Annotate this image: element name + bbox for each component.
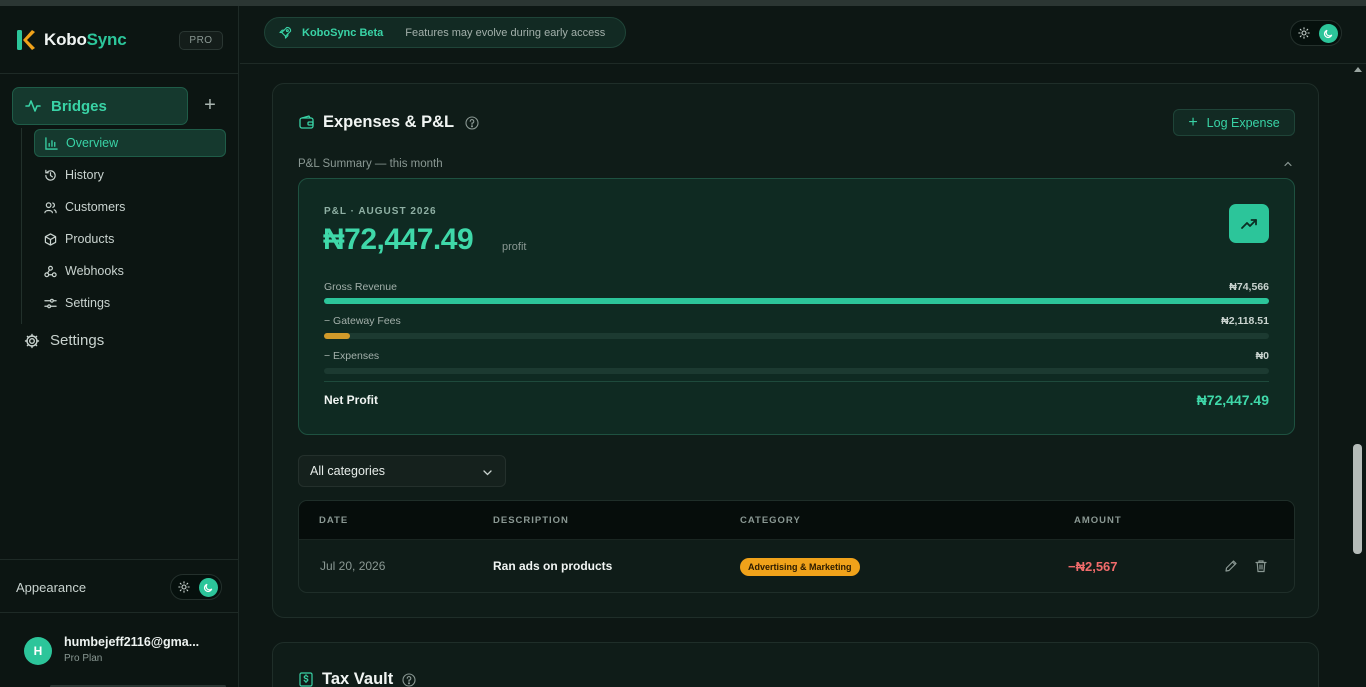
gateway-fees-label: − Gateway Fees: [324, 315, 401, 327]
expense-date: Jul 20, 2026: [320, 559, 386, 573]
sidebar-item-webhooks[interactable]: Webhooks: [34, 257, 226, 285]
sun-icon: [178, 581, 190, 593]
wallet-icon: [299, 115, 314, 129]
receipt-dollar-icon: [299, 672, 313, 687]
history-icon: [45, 169, 56, 181]
activity-icon: [25, 100, 41, 112]
add-bridge-button[interactable]: +: [200, 95, 220, 116]
net-profit-value: ₦72,447.49: [1196, 392, 1269, 408]
column-header-description[interactable]: DESCRIPTION: [493, 515, 569, 526]
gross-revenue-label: Gross Revenue: [324, 281, 397, 293]
scroll-up-arrow-icon[interactable]: [1354, 67, 1362, 72]
bar-chart-icon: [45, 136, 58, 150]
kobosync-logo-icon: [17, 30, 35, 50]
sidebar-divider: [0, 559, 239, 560]
category-badge: Advertising & Marketing: [740, 558, 860, 576]
trend-badge: [1229, 204, 1269, 243]
section-title: Tax Vault: [322, 670, 394, 687]
column-header-category[interactable]: CATEGORY: [740, 515, 801, 526]
box-icon: [44, 232, 57, 246]
gateway-fees-value: ₦2,118.51: [1221, 315, 1269, 327]
chevron-down-icon: [483, 470, 492, 476]
table-header: DATE DESCRIPTION CATEGORY AMOUNT: [299, 501, 1294, 540]
pl-amount: ₦72,447.49: [323, 223, 474, 256]
gross-revenue-bar: [324, 298, 1269, 304]
expenses-value: ₦0: [1255, 350, 1269, 362]
toggle-knob: [1319, 24, 1338, 43]
pro-badge: PRO: [179, 31, 223, 50]
sidebar-item-label: Bridges: [51, 97, 107, 115]
tree-line: [21, 128, 22, 324]
expenses-table: DATE DESCRIPTION CATEGORY AMOUNT Jul 20,…: [298, 500, 1295, 593]
plus-icon: +: [1188, 113, 1198, 131]
gateway-fees-bar: [324, 333, 1269, 339]
expense-description: Ran ads on products: [493, 559, 613, 573]
sidebar-divider: [0, 612, 239, 613]
pencil-icon[interactable]: [1224, 559, 1238, 573]
moon-icon: [1323, 29, 1333, 39]
gross-revenue-value: ₦74,566: [1229, 281, 1269, 293]
log-expense-button[interactable]: + Log Expense: [1173, 109, 1295, 136]
sun-icon: [1298, 27, 1310, 39]
category-filter-select[interactable]: All categories: [298, 455, 506, 487]
gross-revenue-bar-fill: [324, 298, 1269, 304]
pl-divider: [324, 381, 1269, 382]
sidebar-item-history[interactable]: History: [34, 161, 226, 189]
beta-banner: KoboSync Beta Features may evolve during…: [264, 17, 626, 48]
sidebar-item-products[interactable]: Products: [34, 225, 226, 253]
expenses-card: Expenses & P&L + Log Expense P&L Summary…: [272, 83, 1319, 618]
top-bar: KoboSync Beta Features may evolve during…: [240, 6, 1366, 64]
users-icon: [44, 201, 57, 213]
trending-up-icon: [1241, 218, 1257, 229]
pl-summary-label: P&L Summary — this month: [298, 158, 443, 170]
gear-icon: [24, 333, 40, 348]
section-title: Expenses & P&L: [323, 113, 455, 131]
moon-icon: [203, 583, 213, 593]
tax-vault-title: Tax Vault: [299, 670, 416, 687]
scroll-thumb[interactable]: [1353, 444, 1362, 554]
beta-title: KoboSync Beta: [302, 26, 384, 39]
sidebar-item-bridges[interactable]: Bridges: [12, 87, 188, 125]
pl-amount-suffix: profit: [502, 241, 527, 253]
expense-amount: −₦2,567: [1068, 559, 1118, 574]
chevron-up-icon[interactable]: [1283, 159, 1293, 169]
main-scrollbar[interactable]: [1350, 64, 1366, 687]
help-icon[interactable]: [465, 115, 479, 130]
user-email[interactable]: humbejeff2116@gma...: [64, 635, 199, 649]
trash-icon[interactable]: [1254, 559, 1268, 573]
column-header-date[interactable]: DATE: [319, 515, 348, 526]
expenses-title: Expenses & P&L: [299, 113, 479, 132]
user-plan: Pro Plan: [64, 653, 103, 664]
sidebar: KoboSync PRO Bridges + Overview History …: [0, 6, 239, 687]
sliders-icon: [44, 298, 57, 308]
sidebar-divider: [0, 73, 239, 74]
pl-summary-box: P&L · AUGUST 2026 ₦72,447.49 profit Gros…: [298, 178, 1295, 435]
tax-vault-card: Tax Vault: [272, 642, 1319, 687]
pl-period: P&L · AUGUST 2026: [324, 206, 437, 217]
expenses-label: − Expenses: [324, 350, 380, 362]
toggle-knob: [199, 578, 218, 597]
expenses-bar: [324, 368, 1269, 374]
sidebar-item-overview[interactable]: Overview: [34, 129, 226, 157]
appearance-label: Appearance: [16, 580, 87, 595]
sidebar-item-settings[interactable]: Settings: [24, 332, 104, 349]
sidebar-item-settings-sub[interactable]: Settings: [34, 289, 226, 317]
brand[interactable]: KoboSync: [16, 28, 127, 52]
help-icon[interactable]: [402, 672, 416, 687]
avatar[interactable]: H: [24, 637, 52, 665]
rocket-icon: [279, 26, 292, 39]
theme-toggle[interactable]: [170, 574, 222, 600]
webhook-icon: [44, 265, 57, 277]
sidebar-item-customers[interactable]: Customers: [34, 193, 226, 221]
brand-name: KoboSync: [44, 30, 127, 49]
header-theme-toggle[interactable]: [1290, 20, 1342, 46]
net-profit-label: Net Profit: [324, 393, 378, 407]
gateway-fees-bar-fill: [324, 333, 351, 339]
column-header-amount[interactable]: AMOUNT: [1074, 515, 1122, 526]
beta-description: Features may evolve during early access: [405, 26, 606, 39]
